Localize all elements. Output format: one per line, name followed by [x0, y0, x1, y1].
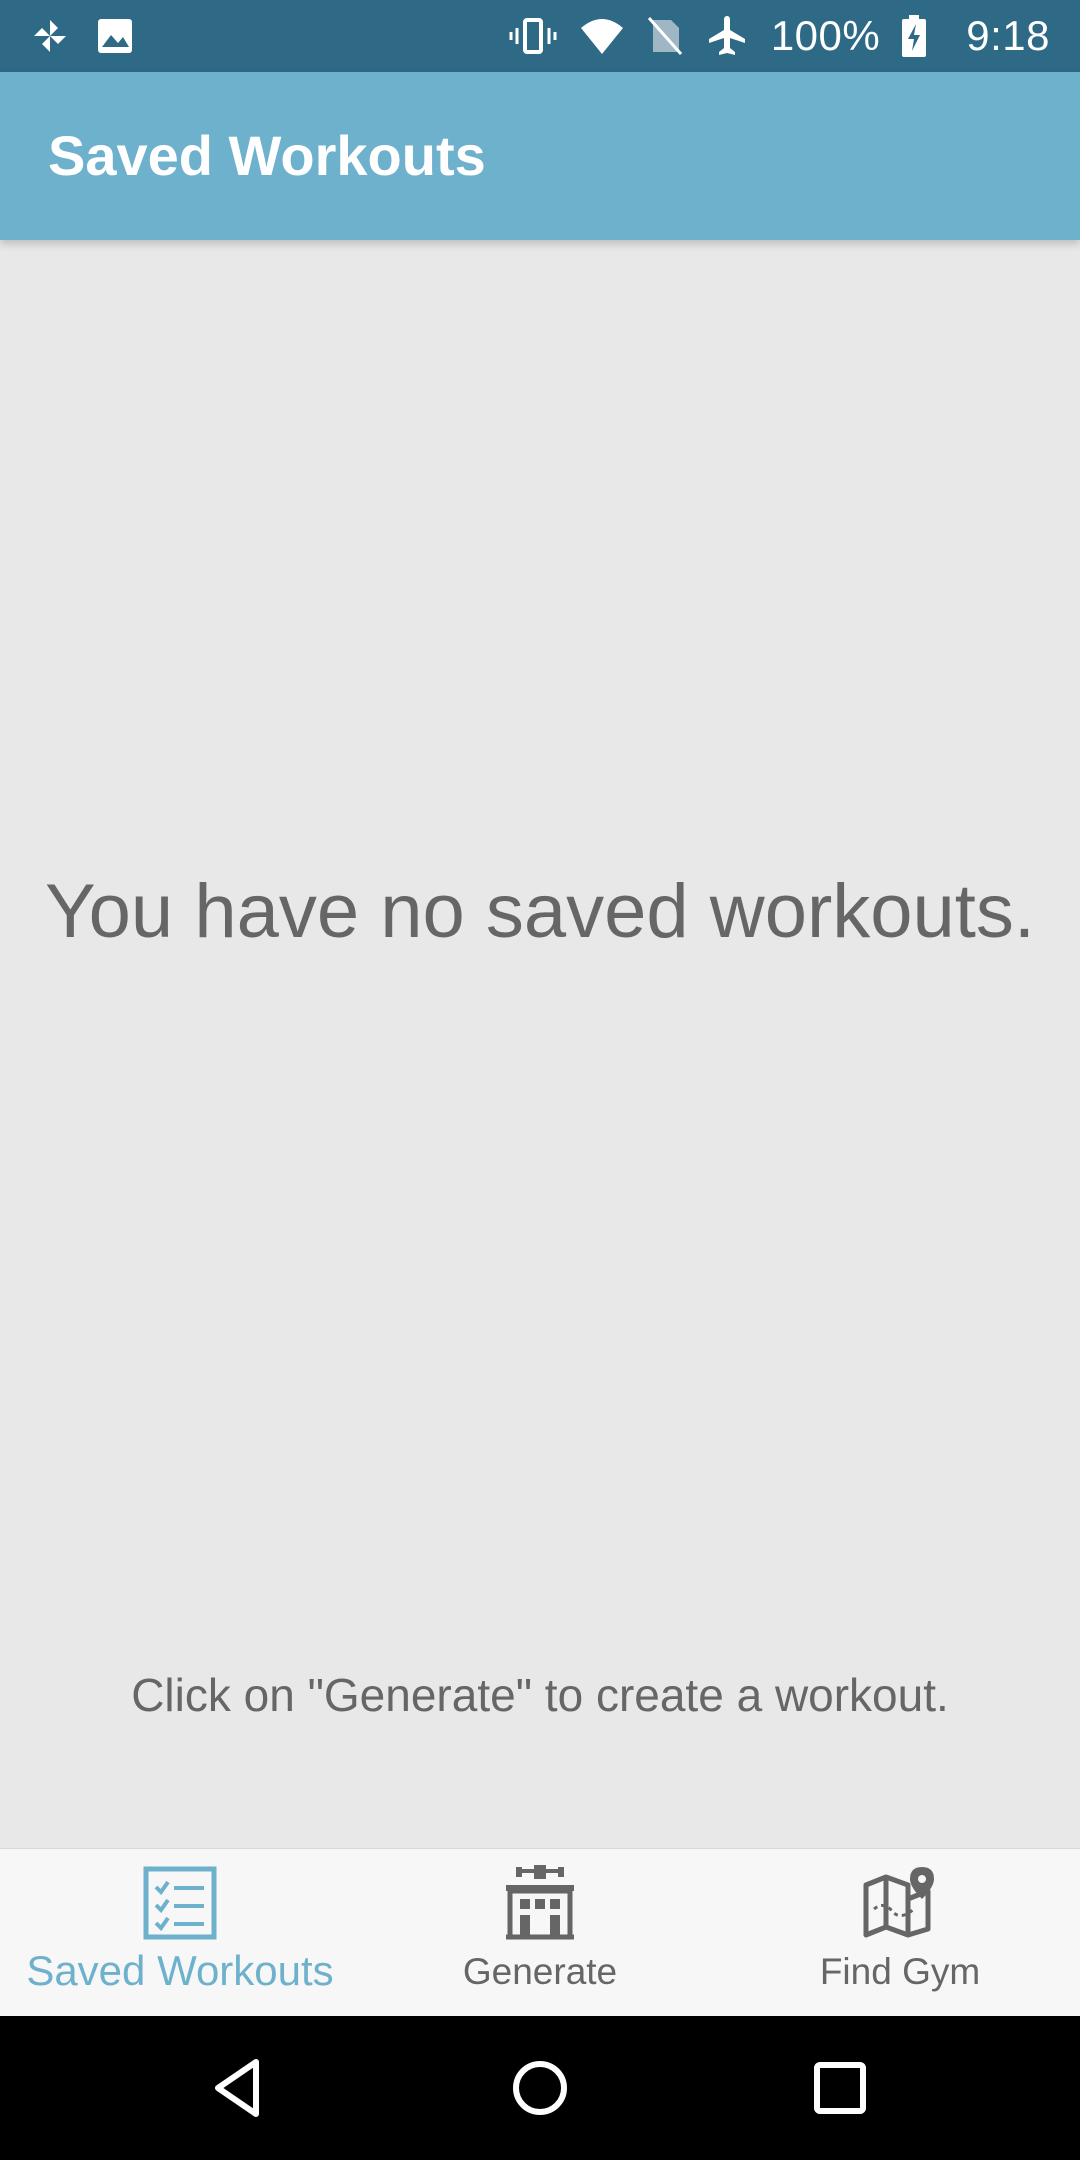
image-icon	[96, 17, 134, 55]
recents-icon[interactable]	[804, 2052, 876, 2124]
back-icon[interactable]	[204, 2052, 276, 2124]
nav-label-find-gym: Find Gym	[819, 1951, 981, 1992]
status-left	[30, 0, 134, 72]
nav-label-saved-workouts: Saved Workouts	[26, 1947, 334, 1994]
airplane-icon	[705, 14, 749, 58]
checklist-icon	[142, 1865, 218, 1941]
nav-item-generate[interactable]: Generate	[360, 1849, 720, 2017]
nav-item-find-gym[interactable]: Find Gym	[720, 1849, 1080, 2017]
pinwheel-icon	[30, 16, 70, 56]
battery-percent: 100%	[770, 12, 881, 59]
empty-state: You have no saved workouts. Click on "Ge…	[0, 240, 1080, 1848]
app-bar: Saved Workouts	[0, 72, 1080, 240]
empty-state-hint: Click on "Generate" to create a workout.	[131, 1669, 949, 1721]
vibrate-icon	[509, 16, 557, 56]
battery-charging-icon	[902, 15, 927, 57]
wifi-icon	[579, 16, 625, 56]
gym-building-icon	[502, 1865, 578, 1941]
nav-item-saved-workouts[interactable]: Saved Workouts	[0, 1849, 360, 2017]
page-title: Saved Workouts	[48, 124, 486, 187]
home-icon[interactable]	[504, 2052, 576, 2124]
empty-state-title: You have no saved workouts.	[44, 869, 1036, 954]
screen: 100% 9:18 Saved Workouts You have no sav…	[0, 0, 1080, 2160]
system-navigation-bar	[0, 2016, 1080, 2160]
status-bar: 100% 9:18	[0, 0, 1080, 72]
bottom-navigation: Saved Workouts Generate Find Gym	[0, 1848, 1080, 2017]
status-right: 100% 9:18	[509, 0, 1050, 72]
clock: 9:18	[966, 12, 1050, 59]
map-pin-icon	[862, 1865, 938, 1941]
no-sim-icon	[647, 16, 683, 56]
nav-label-generate: Generate	[462, 1951, 618, 1992]
